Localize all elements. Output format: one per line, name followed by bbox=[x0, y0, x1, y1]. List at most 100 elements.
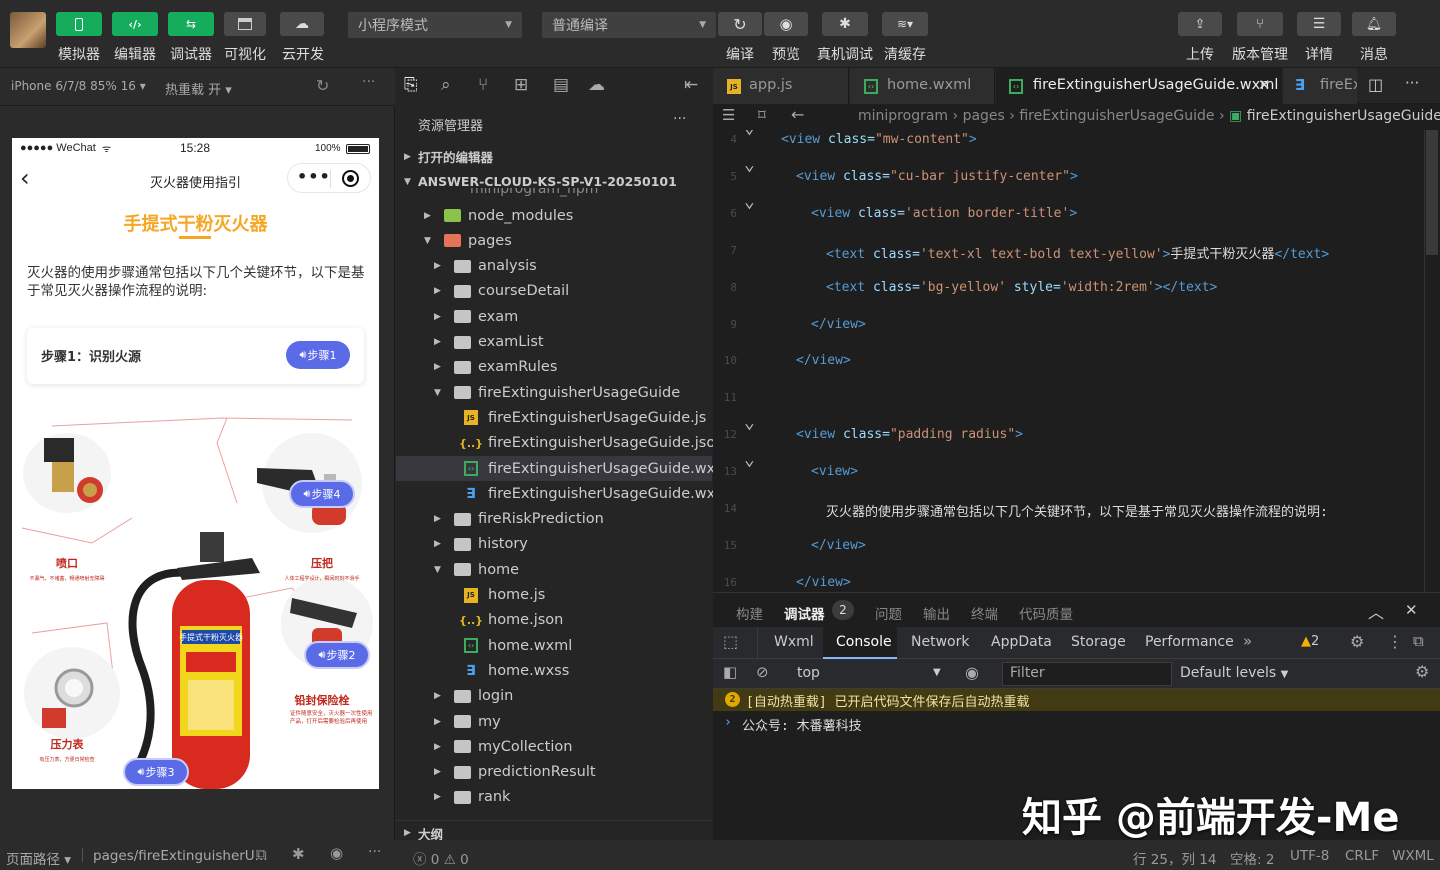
fold-chevron-icon[interactable]: ⌄ bbox=[744, 412, 755, 433]
tree-folder-item[interactable]: ▶ courseDetail bbox=[396, 279, 712, 304]
cursor-position[interactable]: 行 25，列 14 bbox=[1133, 848, 1216, 868]
fold-chevron-icon[interactable]: ⌄ bbox=[744, 130, 755, 138]
devtools-tab-console-active[interactable]: Console bbox=[823, 627, 897, 659]
source-control-icon[interactable]: ⑂ bbox=[478, 75, 488, 95]
tree-folder-item[interactable]: ▶ node_modules bbox=[396, 203, 712, 228]
more-dots-icon[interactable]: ••• bbox=[297, 167, 331, 186]
editor-tab[interactable]: JS app.js bbox=[713, 68, 849, 104]
remote-debug-button[interactable]: ✱ bbox=[822, 12, 868, 36]
editor-toggle-button[interactable]: ‹/› bbox=[112, 12, 158, 36]
upload-button[interactable]: ⇪ bbox=[1178, 12, 1222, 36]
bookmark-icon[interactable]: ⌑ bbox=[758, 106, 766, 124]
more-tabs-icon[interactable]: » bbox=[1243, 632, 1252, 650]
devtools-tab-wxml[interactable]: Wxml bbox=[774, 634, 814, 650]
search-icon[interactable]: ⌕ bbox=[441, 75, 451, 95]
fold-chevron-icon[interactable]: ⌄ bbox=[744, 449, 755, 470]
debugger-toggle-button[interactable]: ⇆ bbox=[168, 12, 214, 36]
tree-file-item[interactable]: ‹› fireExtinguisherUsageGuide.wxml bbox=[396, 456, 733, 481]
log-levels-select[interactable]: Default levels ▼ bbox=[1180, 665, 1288, 681]
fold-chevron-icon[interactable]: ⌄ bbox=[744, 191, 755, 212]
eye-icon[interactable]: ◉ bbox=[330, 844, 343, 862]
panel-tab-debugger[interactable]: 调试器 bbox=[784, 603, 825, 623]
tree-folder-item[interactable]: ▼ fireExtinguisherUsageGuide bbox=[396, 380, 712, 405]
editor-tab[interactable]: ∃ fireEx bbox=[1283, 68, 1357, 104]
back-arrow-icon[interactable]: ← bbox=[791, 105, 804, 124]
split-editor-icon[interactable]: ◫ bbox=[1368, 75, 1383, 94]
sidebar-toggle-icon[interactable]: ◧ bbox=[723, 663, 737, 681]
panel-tab-problems[interactable]: 问题 bbox=[875, 603, 902, 623]
settings-icon[interactable]: ⚙ bbox=[1350, 632, 1364, 651]
details-button[interactable]: ☰ bbox=[1297, 12, 1341, 36]
chevron-up-icon[interactable]: ︿ bbox=[1368, 599, 1384, 623]
tree-folder-item[interactable]: ▶ rank bbox=[396, 785, 712, 810]
tree-folder-item[interactable]: ▶ myCollection bbox=[396, 734, 712, 759]
fold-chevron-icon[interactable]: ⌄ bbox=[744, 154, 755, 175]
code-line[interactable]: 5 ⌄ <view class="cu-bar justify-center"> bbox=[713, 154, 1440, 197]
tree-folder-item[interactable]: ▶ exam bbox=[396, 304, 712, 329]
problems-indicator[interactable]: ⓧ 0 ⚠ 0 bbox=[413, 848, 469, 868]
code-line[interactable]: 10 </view> bbox=[713, 344, 1440, 381]
split-left-icon[interactable]: ⇤ bbox=[684, 75, 698, 95]
tree-folder-item[interactable]: ▼ pages bbox=[396, 228, 712, 253]
language-mode[interactable]: WXML bbox=[1392, 848, 1434, 864]
tree-folder-item[interactable]: ▶ analysis bbox=[396, 254, 712, 279]
console-settings-icon[interactable]: ⚙ bbox=[1415, 662, 1429, 681]
undock-icon[interactable]: ⧉ bbox=[1413, 632, 1424, 650]
code-area[interactable]: 4⌄<view class="mw-content">5⌄<view class… bbox=[713, 130, 1440, 592]
compile-button[interactable]: ↻ bbox=[718, 12, 762, 36]
tree-file-item[interactable]: ∃ home.wxss bbox=[396, 658, 712, 683]
editor-tab-active[interactable]: ‹› fireExtinguisherUsageGuide.wxml ✕ bbox=[996, 68, 1282, 104]
preview-button[interactable]: ◉ bbox=[764, 12, 808, 36]
code-line[interactable]: 16 </view> bbox=[713, 566, 1440, 592]
capsule-menu[interactable]: ••• bbox=[287, 163, 371, 193]
encoding-setting[interactable]: UTF-8 bbox=[1290, 848, 1329, 864]
list-icon[interactable]: ☰ bbox=[722, 106, 735, 124]
tree-folder-item[interactable]: ▶ history bbox=[396, 532, 712, 557]
bug-icon[interactable]: ✱ bbox=[292, 845, 305, 863]
tree-folder-item[interactable]: ▶ examRules bbox=[396, 355, 712, 380]
tree-file-item[interactable]: ∃ fireExtinguisherUsageGuide.wxss bbox=[396, 481, 730, 506]
code-line[interactable]: 6 ⌄ <view class='action border-title'> bbox=[713, 191, 1440, 234]
step-badge[interactable]: 🔊︎ 步骤1 bbox=[286, 341, 350, 369]
tree-file-item[interactable]: {..} home.json bbox=[396, 608, 712, 633]
tree-folder-item[interactable]: ▼ home bbox=[396, 557, 712, 582]
context-select[interactable]: top ▼ bbox=[797, 665, 947, 681]
code-line[interactable]: 14 灭火器的使用步骤通常包括以下几个关键环节，以下是基于常见灭火器操作流程的说明… bbox=[713, 492, 1440, 529]
code-line[interactable]: 4⌄<view class="mw-content"> bbox=[713, 130, 1440, 160]
devtools-tab-storage[interactable]: Storage bbox=[1071, 634, 1126, 650]
tree-folder-item[interactable]: ▶ fireRiskPrediction bbox=[396, 507, 712, 532]
breadcrumb-item[interactable]: miniprogram bbox=[858, 108, 948, 124]
page-path-select[interactable]: 页面路径 ▾ bbox=[6, 848, 71, 868]
devtools-tab-appdata[interactable]: AppData bbox=[991, 634, 1052, 650]
close-icon[interactable]: ✕ bbox=[1258, 76, 1271, 94]
code-line[interactable]: 13 ⌄ <view> bbox=[713, 449, 1440, 492]
tree-file-item[interactable]: JS fireExtinguisherUsageGuide.js bbox=[396, 405, 712, 430]
tree-file-item[interactable]: JS home.js bbox=[396, 583, 712, 608]
kebab-icon[interactable]: ⋮ bbox=[1387, 632, 1403, 651]
code-line[interactable]: 8 <text class='bg-yellow' style='width:2r… bbox=[713, 271, 1440, 308]
extensions-icon[interactable]: ⊞ bbox=[514, 75, 528, 95]
compile-mode-select[interactable]: 普通编译 ▼ bbox=[542, 12, 716, 38]
tree-file-item[interactable]: ‹› home.wxml bbox=[396, 633, 712, 658]
cloud-dev-button[interactable]: ☁ bbox=[280, 12, 324, 36]
editor-tab[interactable]: ‹› home.wxml bbox=[850, 68, 995, 104]
console-filter-input[interactable]: Filter bbox=[1002, 662, 1172, 686]
breadcrumb-item[interactable]: fireExtinguisherUsageGuide bbox=[1019, 108, 1214, 124]
open-editors-section[interactable]: ▶ 打开的编辑器 bbox=[396, 144, 712, 169]
rotate-icon[interactable]: ↻ bbox=[316, 76, 329, 95]
version-button[interactable]: ⑂ bbox=[1237, 12, 1283, 36]
visual-toggle-button[interactable] bbox=[224, 12, 266, 36]
eol-setting[interactable]: CRLF bbox=[1345, 848, 1379, 864]
panel-tab-quality[interactable]: 代码质量 bbox=[1019, 603, 1073, 623]
step-badge-4[interactable]: 🔊︎ 步骤4 bbox=[289, 480, 355, 508]
page-path[interactable]: pages/fireExtinguisherU... bbox=[93, 848, 268, 864]
chevron-right-icon[interactable]: › bbox=[724, 715, 732, 730]
eye-icon[interactable]: ◉ bbox=[965, 663, 979, 682]
tree-folder-item[interactable]: ▶ examList bbox=[396, 330, 712, 355]
step-badge-2[interactable]: 🔊︎ 步骤2 bbox=[304, 641, 370, 669]
cloud-tool-icon[interactable]: ☁ bbox=[588, 75, 605, 95]
more-icon[interactable]: ··· bbox=[362, 74, 375, 90]
avatar[interactable] bbox=[10, 12, 46, 48]
files-icon[interactable]: ⎘ bbox=[404, 75, 418, 95]
panel-tab-output[interactable]: 输出 bbox=[923, 603, 950, 623]
